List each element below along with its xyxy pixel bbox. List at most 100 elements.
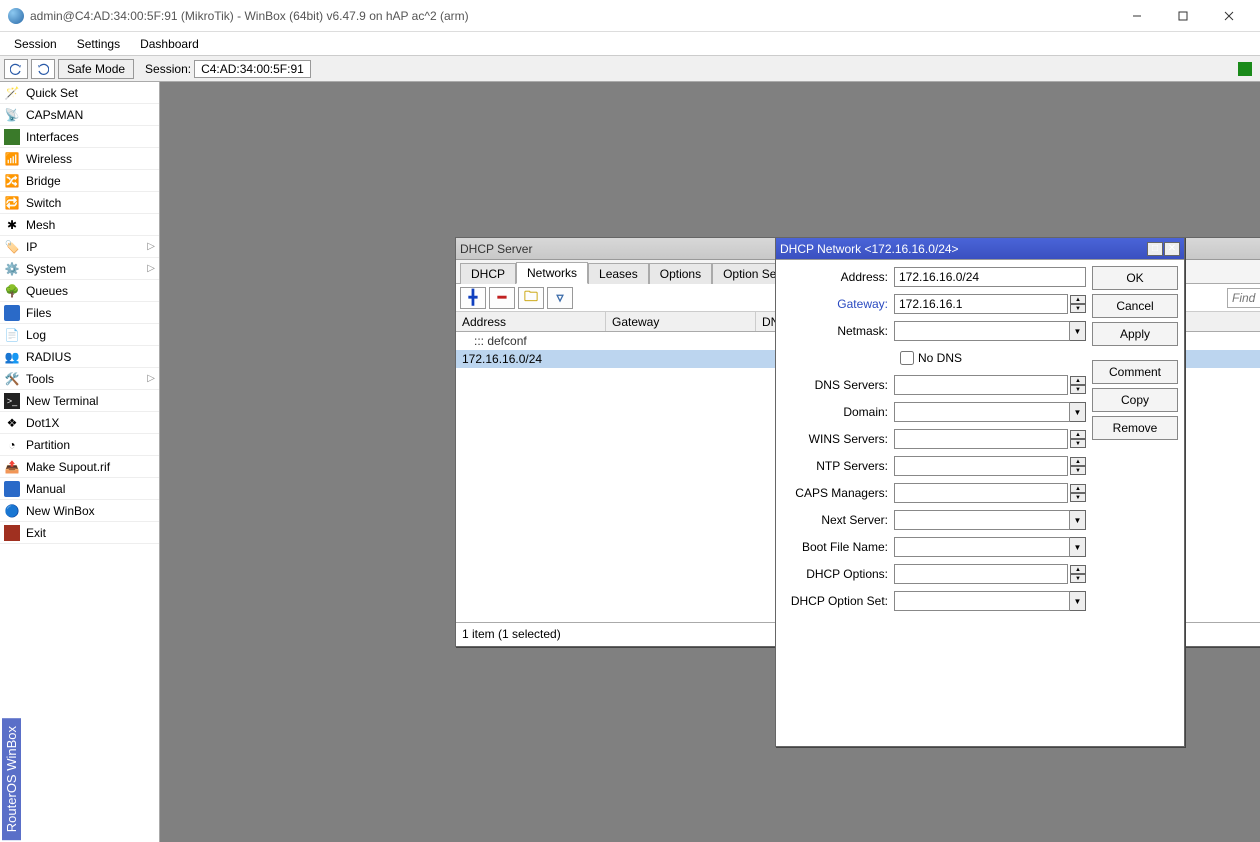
sidebar-item-interfaces[interactable]: Interfaces xyxy=(0,126,159,148)
sidebar-item-queues[interactable]: 🌳Queues xyxy=(0,280,159,302)
comment-button[interactable]: 🗀 xyxy=(518,287,544,309)
add-button[interactable]: ╋ xyxy=(460,287,486,309)
sidebar-item-dot1x[interactable]: ❖Dot1X xyxy=(0,412,159,434)
dlg-titlebar[interactable]: DHCP Network <172.16.16.0/24> □ ✕ xyxy=(776,238,1184,260)
dhcp-options-input[interactable] xyxy=(894,564,1068,584)
find-input[interactable] xyxy=(1227,288,1260,308)
ntp-servers-input[interactable] xyxy=(894,456,1068,476)
next-server-input[interactable] xyxy=(894,510,1070,530)
cell-address: 172.16.16.0/24 xyxy=(456,352,606,366)
domain-dropdown[interactable]: ▼ xyxy=(1070,402,1086,422)
dhcp-option-set-input[interactable] xyxy=(894,591,1070,611)
sidebar-item-system[interactable]: ⚙️System▷ xyxy=(0,258,159,280)
comment-button[interactable]: Comment xyxy=(1092,360,1178,384)
sidebar-item-wireless[interactable]: 📶Wireless xyxy=(0,148,159,170)
netmask-input[interactable] xyxy=(894,321,1070,341)
sidebar-item-switch[interactable]: 🔁Switch xyxy=(0,192,159,214)
wins-spinner[interactable]: ▲▼ xyxy=(1070,430,1086,448)
caps-spinner[interactable]: ▲▼ xyxy=(1070,484,1086,502)
sidebar-item-new-winbox[interactable]: 🔵New WinBox xyxy=(0,500,159,522)
domain-input[interactable] xyxy=(894,402,1070,422)
boot-file-label: Boot File Name: xyxy=(782,540,894,554)
close-button[interactable] xyxy=(1206,2,1252,30)
switch-icon: 🔁 xyxy=(4,195,20,211)
sidebar-item-exit[interactable]: Exit xyxy=(0,522,159,544)
redo-button[interactable] xyxy=(31,59,55,79)
sidebar-item-new-terminal[interactable]: >_New Terminal xyxy=(0,390,159,412)
tab-dhcp[interactable]: DHCP xyxy=(460,263,516,284)
maximize-button[interactable] xyxy=(1160,2,1206,30)
ok-button[interactable]: OK xyxy=(1092,266,1178,290)
dns-servers-input[interactable] xyxy=(894,375,1068,395)
remove-button[interactable]: Remove xyxy=(1092,416,1178,440)
status-indicator-icon xyxy=(1238,62,1252,76)
wins-servers-input[interactable] xyxy=(894,429,1068,449)
tab-options[interactable]: Options xyxy=(649,263,712,284)
routeros-winbox-label: RouterOS WinBox xyxy=(2,718,21,840)
sidebar-item-label: Mesh xyxy=(26,218,55,232)
sidebar-item-bridge[interactable]: 🔀Bridge xyxy=(0,170,159,192)
dhcp-option-set-dropdown[interactable]: ▼ xyxy=(1070,591,1086,611)
manual-icon xyxy=(4,481,20,497)
col-address[interactable]: Address xyxy=(456,312,606,331)
sidebar-item-tools[interactable]: 🛠️Tools▷ xyxy=(0,368,159,390)
session-label: Session: xyxy=(145,62,191,76)
sidebar-item-label: Exit xyxy=(26,526,46,540)
sidebar-item-label: New WinBox xyxy=(26,504,95,518)
filter-button[interactable]: ▿ xyxy=(547,287,573,309)
minimize-button[interactable] xyxy=(1114,2,1160,30)
sidebar-item-label: IP xyxy=(26,240,37,254)
tab-networks[interactable]: Networks xyxy=(516,262,588,284)
menu-settings[interactable]: Settings xyxy=(67,34,130,54)
sidebar: 🪄Quick Set 📡CAPsMAN Interfaces 📶Wireless… xyxy=(0,82,160,842)
main-toolbar: Safe Mode Session: C4:AD:34:00:5F:91 xyxy=(0,56,1260,82)
caps-managers-input[interactable] xyxy=(894,483,1068,503)
undo-button[interactable] xyxy=(4,59,28,79)
gateway-label[interactable]: Gateway: xyxy=(782,297,894,311)
menubar: Session Settings Dashboard xyxy=(0,32,1260,56)
dhcp-options-spinner[interactable]: ▲▼ xyxy=(1070,565,1086,583)
remove-button[interactable]: ━ xyxy=(489,287,515,309)
sidebar-item-ip[interactable]: 🏷️IP▷ xyxy=(0,236,159,258)
copy-button[interactable]: Copy xyxy=(1092,388,1178,412)
sidebar-item-mesh[interactable]: ✱Mesh xyxy=(0,214,159,236)
sidebar-item-quick-set[interactable]: 🪄Quick Set xyxy=(0,82,159,104)
boot-file-dropdown[interactable]: ▼ xyxy=(1070,537,1086,557)
sidebar-item-capsman[interactable]: 📡CAPsMAN xyxy=(0,104,159,126)
dlg-maximize-button[interactable]: □ xyxy=(1147,242,1163,256)
dhcp-options-label: DHCP Options: xyxy=(782,567,894,581)
address-input[interactable] xyxy=(894,267,1086,287)
folder-icon xyxy=(4,305,20,321)
tab-leases[interactable]: Leases xyxy=(588,263,649,284)
gateway-spinner[interactable]: ▲▼ xyxy=(1070,295,1086,313)
nodns-checkbox[interactable] xyxy=(900,351,914,365)
sidebar-item-manual[interactable]: Manual xyxy=(0,478,159,500)
sidebar-item-log[interactable]: 📄Log xyxy=(0,324,159,346)
window-title: admin@C4:AD:34:00:5F:91 (MikroTik) - Win… xyxy=(30,9,1114,23)
cancel-button[interactable]: Cancel xyxy=(1092,294,1178,318)
sidebar-item-label: Partition xyxy=(26,438,70,452)
netmask-dropdown[interactable]: ▼ xyxy=(1070,321,1086,341)
dlg-title: DHCP Network <172.16.16.0/24> xyxy=(780,242,1146,256)
gateway-input[interactable] xyxy=(894,294,1068,314)
sidebar-item-radius[interactable]: 👥RADIUS xyxy=(0,346,159,368)
sidebar-item-label: CAPsMAN xyxy=(26,108,83,122)
col-gateway[interactable]: Gateway xyxy=(606,312,756,331)
menu-dashboard[interactable]: Dashboard xyxy=(130,34,209,54)
sidebar-item-files[interactable]: Files xyxy=(0,302,159,324)
sidebar-item-partition[interactable]: ◔Partition xyxy=(0,434,159,456)
apply-button[interactable]: Apply xyxy=(1092,322,1178,346)
interfaces-icon xyxy=(4,129,20,145)
menu-session[interactable]: Session xyxy=(4,34,67,54)
sidebar-item-make-supout[interactable]: 📤 Make Supout.rif xyxy=(0,456,159,478)
dlg-close-button[interactable]: ✕ xyxy=(1164,242,1180,256)
boot-file-input[interactable] xyxy=(894,537,1070,557)
dns-spinner[interactable]: ▲▼ xyxy=(1070,376,1086,394)
ntp-servers-label: NTP Servers: xyxy=(782,459,894,473)
next-server-dropdown[interactable]: ▼ xyxy=(1070,510,1086,530)
safe-mode-button[interactable]: Safe Mode xyxy=(58,59,134,79)
sidebar-item-label: RADIUS xyxy=(26,350,71,364)
sidebar-item-label: Make Supout.rif xyxy=(26,460,110,474)
supout-icon: 📤 xyxy=(4,459,20,475)
ntp-spinner[interactable]: ▲▼ xyxy=(1070,457,1086,475)
